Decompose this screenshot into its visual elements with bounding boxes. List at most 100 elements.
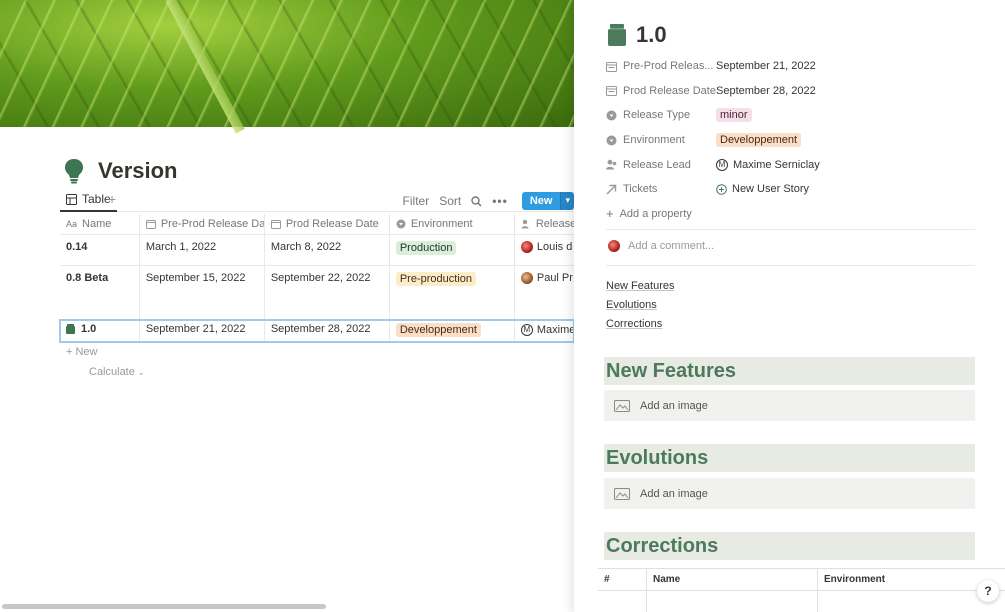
new-button-label[interactable]: New [521,192,561,210]
column-header-environment[interactable]: Environment [390,214,515,234]
archive-box-icon [608,24,626,46]
calendar-icon [270,218,281,230]
new-button[interactable]: New ▾ [521,192,574,210]
archive-box-icon [66,323,75,335]
divider [606,229,975,230]
text-property-icon: Aa [66,219,78,229]
add-property-button[interactable]: + Add a property [606,202,976,227]
add-view-plus-icon[interactable]: + [108,191,116,207]
row-prod-date[interactable]: March 8, 2022 [265,235,390,265]
row-environment[interactable]: Production [390,235,515,265]
peek-title: 1.0 [608,22,667,48]
page-title: Version [64,158,177,184]
avatar: M [716,158,728,171]
row-name[interactable]: 0.8 Beta [60,266,140,319]
table-cell[interactable] [598,591,647,612]
calculate-button[interactable]: Calculate ⌄ [89,366,145,378]
row-release-lead[interactable]: Paul Pr [515,266,574,319]
lightbulb-icon [64,158,84,184]
side-peek-panel: 1.0 Pre-Prod Releas... September 21, 202… [574,0,1005,612]
table-row[interactable] [598,591,1005,612]
row-preprod-date[interactable]: September 15, 2022 [140,266,265,319]
table-cell[interactable] [647,591,818,612]
avatar: M [520,324,533,336]
database-page: Version Table + Filter Sort ••• New ▾ Aa… [0,0,574,612]
column-header-release[interactable]: Release [515,214,574,234]
column-header-name[interactable]: Aa Name [60,214,140,234]
tab-table-label: Table [82,191,111,206]
row-prod-date[interactable]: September 22, 2022 [265,266,390,319]
filter-button[interactable]: Filter [403,194,430,208]
peek-title-text[interactable]: 1.0 [636,22,667,48]
calendar-icon [606,60,617,72]
add-image-block[interactable]: Add an image [604,478,975,509]
row-preprod-date[interactable]: March 1, 2022 [140,235,265,265]
column-header[interactable]: # [598,569,647,590]
column-header-preprod[interactable]: Pre-Prod Release Date [140,214,265,234]
search-icon[interactable] [471,194,482,208]
row-name[interactable]: 0.14 [60,235,140,265]
environment-tag: Pre-production [395,272,476,286]
more-options-icon[interactable]: ••• [492,194,508,208]
plus-circle-icon [716,183,727,195]
row-preprod-date[interactable]: September 21, 2022 [140,320,265,341]
table-icon [66,192,77,206]
page-title-text: Version [98,158,178,183]
person-icon [606,159,617,171]
property-tickets[interactable]: Tickets New User Story [606,177,976,202]
release-type-tag: minor [716,108,752,123]
help-button[interactable]: ? [977,580,999,602]
sort-button[interactable]: Sort [439,194,461,208]
section-heading-corrections[interactable]: Corrections [604,532,975,560]
views-bar: Table + Filter Sort ••• New ▾ [60,190,574,212]
image-icon [614,399,630,412]
row-prod-date[interactable]: September 28, 2022 [265,320,390,341]
select-icon [606,109,617,121]
section-heading-new-features[interactable]: New Features [604,357,975,385]
table-of-contents: New Features Evolutions Corrections [606,280,674,337]
corrections-table: # Name Environment [598,568,1005,612]
property-environment[interactable]: Environment Developpement [606,128,976,153]
property-release-type[interactable]: Release Type minor [606,103,976,128]
table-header-row: Aa Name Pre-Prod Release Date Prod Releas… [60,214,574,235]
row-environment[interactable]: Pre-production [390,266,515,319]
column-header-prod[interactable]: Prod Release Date [265,214,390,234]
add-row-button[interactable]: + New [66,346,98,358]
section-heading-evolutions[interactable]: Evolutions [604,444,975,472]
add-image-block[interactable]: Add an image [604,390,975,421]
row-release-lead[interactable]: M Maxime [515,320,574,341]
toc-link[interactable]: Corrections [606,318,674,337]
property-prod-date[interactable]: Prod Release Date September 28, 2022 [606,79,976,104]
column-header[interactable]: Name [647,569,818,590]
avatar [608,240,620,252]
relation-arrow-icon [606,183,617,195]
environment-tag: Developpement [716,133,802,148]
table-header-row: # Name Environment [598,569,1005,591]
avatar [520,272,533,284]
horizontal-scrollbar[interactable] [2,604,326,609]
image-icon [614,487,630,500]
table-row[interactable]: 0.8 Beta September 15, 2022 September 22… [60,266,574,320]
environment-tag: Developpement [395,323,481,337]
row-release-lead[interactable]: Louis d [515,235,574,265]
property-preprod-date[interactable]: Pre-Prod Releas... September 21, 2022 [606,54,976,79]
divider [606,265,975,266]
select-icon [396,218,406,230]
toc-link[interactable]: New Features [606,280,674,299]
database-table: Aa Name Pre-Prod Release Date Prod Releas… [59,214,574,343]
toc-link[interactable]: Evolutions [606,299,674,318]
calendar-icon [606,85,617,97]
property-release-lead[interactable]: Release Lead M Maxime Serniclay [606,152,976,177]
environment-tag: Production [395,241,457,255]
calendar-icon [145,218,156,230]
table-row[interactable]: 0.14 March 1, 2022 March 8, 2022 Product… [60,235,574,266]
database-toolbar: Filter Sort ••• New ▾ [403,192,574,210]
avatar [520,241,533,253]
comment-input[interactable]: Add a comment... [608,240,714,252]
row-name[interactable]: 1.0 [60,320,140,341]
chevron-down-icon[interactable]: ▾ [560,192,574,210]
chevron-down-icon: ⌄ [137,368,145,377]
table-row-selected[interactable]: 1.0 September 21, 2022 September 28, 202… [59,319,574,343]
cover-image [0,0,574,134]
row-environment[interactable]: Developpement [390,320,515,341]
